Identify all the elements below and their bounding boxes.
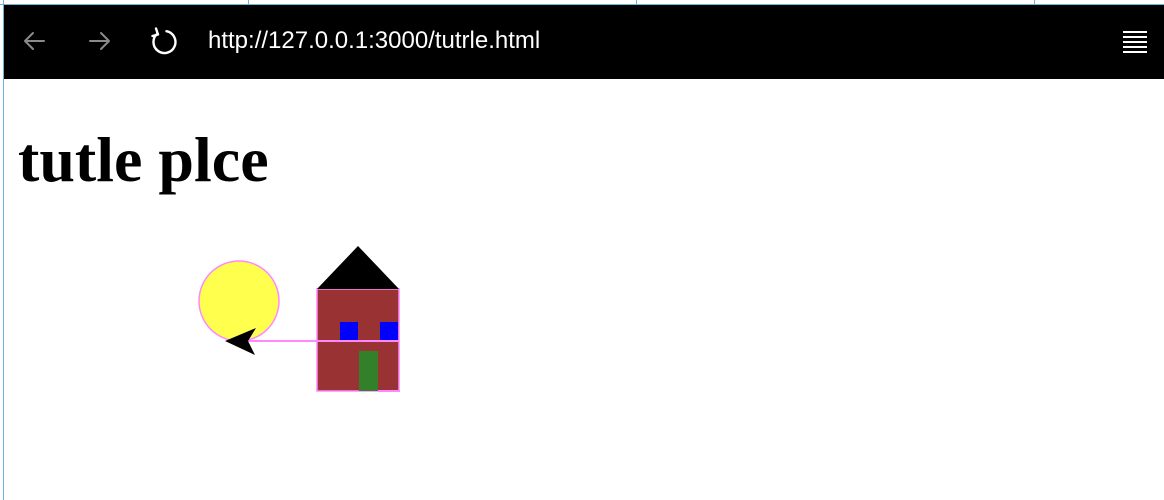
house-door bbox=[359, 351, 378, 391]
menu-button[interactable] bbox=[1122, 27, 1150, 55]
sun-circle bbox=[198, 260, 280, 342]
reload-icon bbox=[151, 27, 177, 55]
arrow-right-icon bbox=[89, 32, 110, 50]
reload-button[interactable] bbox=[146, 23, 182, 59]
address-bar-url[interactable]: http://127.0.0.1:3000/tutrle.html bbox=[208, 23, 540, 59]
turtle-drawing-canvas bbox=[198, 246, 400, 392]
browser-window: http://127.0.0.1:3000/tutrle.html tutle … bbox=[0, 0, 1164, 500]
browser-toolbar: http://127.0.0.1:3000/tutrle.html bbox=[4, 5, 1164, 79]
page-content: tutle plce bbox=[4, 79, 1164, 500]
house-roof bbox=[317, 246, 399, 289]
house-window-right bbox=[380, 322, 398, 340]
forward-button[interactable] bbox=[82, 23, 118, 59]
arrow-left-icon bbox=[24, 32, 45, 50]
back-button[interactable] bbox=[16, 23, 52, 59]
hamburger-menu-icon bbox=[1123, 31, 1147, 53]
house-window-left bbox=[340, 322, 358, 340]
